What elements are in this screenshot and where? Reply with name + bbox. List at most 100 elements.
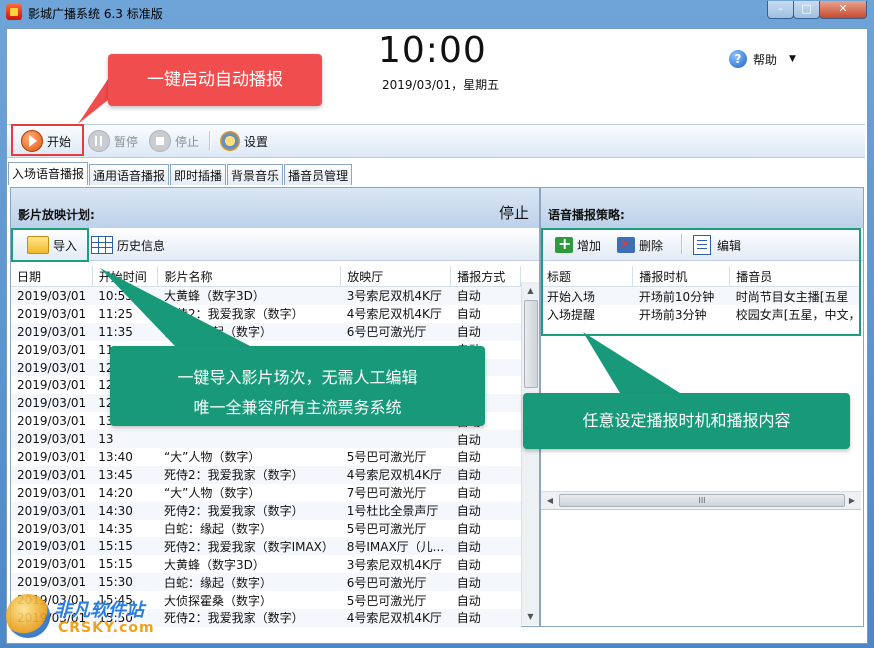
table-row[interactable]: 2019/03/0113 自动 (11, 430, 521, 449)
gear-icon (220, 131, 240, 151)
tab-background-music[interactable]: 背景音乐 (227, 164, 284, 185)
table-cell: 5号巴可激光厅 (346, 450, 427, 465)
table-cell: 自动 (450, 322, 521, 341)
stop-label: 停止 (175, 134, 200, 149)
column-header[interactable]: 播报方式 (450, 266, 521, 287)
help-menu[interactable]: ? 帮助 ▼ (729, 47, 796, 71)
table-cell: 自动 (450, 286, 521, 305)
import-highlight (11, 228, 89, 262)
table-cell: 自动 (450, 430, 521, 449)
scroll-down-icon[interactable]: ▼ (522, 608, 539, 625)
column-header[interactable]: 日期 (11, 266, 93, 287)
title-bar: 影城广播系统 6.3 标准版 – □ ✕ (0, 0, 874, 26)
table-cell: 2019/03/01 (17, 342, 87, 357)
table-cell: 自动 (456, 450, 481, 465)
table-row[interactable]: 2019/03/01 15:15 死侍2：我爱我家（数字IMAX） 8号IMAX厅（儿… (11, 537, 521, 556)
table-cell: 2019/03/01 (11, 394, 93, 413)
tab-bar: 入场语音播报 通用语音播报 即时插播 背景音乐 播音员管理 (8, 162, 353, 185)
history-label: 历史信息 (117, 238, 166, 253)
table-cell: 自动 (456, 522, 481, 537)
pause-button[interactable]: 暂停 (88, 130, 138, 152)
table-cell: 15:15 (92, 537, 158, 556)
table-cell: 2019/03/01 (17, 557, 87, 572)
pause-label: 暂停 (114, 134, 139, 149)
table-cell: 2019/03/01 (11, 537, 93, 556)
import-callout-line1: 一键导入影片场次，无需人工编辑 (177, 368, 418, 387)
table-cell: 2019/03/01 (11, 322, 93, 341)
table-cell: 6号巴可激光厅 (340, 573, 451, 592)
table-cell: 2019/03/01 (11, 465, 93, 484)
scroll-right-icon[interactable]: ▶ (845, 492, 859, 509)
table-cell: 大黄蜂（数字3D） (163, 557, 265, 572)
app-logo-icon (6, 4, 22, 20)
tab-general-broadcast[interactable]: 通用语音播报 (89, 164, 170, 185)
table-cell: 13:40 (98, 449, 133, 464)
close-button[interactable]: ✕ (819, 1, 867, 19)
table-cell: 2019/03/01 (17, 306, 87, 321)
table-cell: 6号巴可激光厅 (340, 322, 451, 341)
table-cell: 2019/03/01 (11, 501, 93, 520)
scroll-thumb[interactable]: III (559, 494, 845, 507)
minimize-button[interactable]: – (767, 1, 794, 19)
table-cell: 8号IMAX厅（儿... (340, 537, 451, 556)
tab-instant-insert[interactable]: 即时插播 (170, 164, 227, 185)
chevron-down-icon: ▼ (789, 54, 796, 64)
table-cell: 2019/03/01 (17, 485, 87, 500)
window-title: 影城广播系统 6.3 标准版 (28, 7, 163, 21)
stop-icon (149, 130, 171, 152)
table-cell: 自动 (456, 307, 481, 322)
table-row[interactable]: 2019/03/01 13:45 死侍2：我爱我家（数字） 4号索尼双机4K厅 自动 (11, 465, 521, 484)
table-cell: 13:45 (92, 465, 158, 484)
table-cell: 死侍2：我爱我家（数字） (157, 609, 341, 627)
schedule-title: 影片放映计划: (18, 208, 95, 222)
table-cell: 11:35 (92, 322, 158, 341)
table-cell (157, 430, 341, 449)
site-watermark: 非凡软件站 CRSKY.com (4, 586, 154, 646)
table-cell: 死侍2：我爱我家（数字IMAX） (157, 537, 341, 556)
table-cell: “大”人物（数字） (163, 486, 261, 501)
table-cell: 自动 (450, 573, 521, 592)
schedule-toolbar: 导入 历史信息 (11, 228, 539, 261)
table-cell: 白蛇：缘起（数字） (157, 573, 341, 592)
table-cell: 2019/03/01 (17, 449, 87, 464)
table-row[interactable]: 2019/03/01 14:30 死侍2：我爱我家（数字） 1号杜比全景声厅 自动 (11, 501, 521, 520)
table-cell (340, 430, 451, 449)
stop-button[interactable]: 停止 (149, 130, 199, 152)
watermark-cn: 非凡软件站 (54, 600, 144, 621)
table-row[interactable]: 2019/03/01 13:40 “大”人物（数字） 5号巴可激光厅 自动 (11, 448, 521, 466)
scroll-thumb[interactable] (524, 300, 538, 388)
scroll-up-icon[interactable]: ▲ (522, 282, 539, 299)
table-cell: 自动 (450, 609, 521, 627)
schedule-header: 影片放映计划: 停止 (11, 188, 539, 228)
scroll-left-icon[interactable]: ◀ (543, 492, 557, 509)
import-callout-line2: 唯一全兼容所有主流票务系统 (193, 398, 402, 417)
table-row[interactable]: 2019/03/01 11:35 白蛇：缘起（数字） 6号巴可激光厅 自动 (11, 322, 521, 341)
column-header[interactable]: 开始时间 (92, 266, 159, 287)
table-cell: 死侍2：我爱我家（数字） (157, 501, 341, 520)
table-cell: 13 (92, 430, 158, 449)
table-cell: 1号杜比全景声厅 (340, 501, 451, 520)
history-button[interactable]: 历史信息 (91, 234, 165, 256)
table-cell: 3号索尼双机4K厅 (340, 286, 451, 305)
table-row[interactable]: 2019/03/01 11:25 死侍2：我爱我家（数字） 4号索尼双机4K厅 自动 (11, 305, 521, 323)
schedule-scrollbar[interactable]: ▲ ▼ (521, 282, 539, 625)
table-cell: 2019/03/01 (11, 358, 93, 377)
table-row[interactable]: 2019/03/01 10:55 大黄蜂（数字3D） 3号索尼双机4K厅 自动 (11, 286, 521, 305)
column-header[interactable]: 放映厅 (340, 266, 452, 287)
strategy-hscrollbar[interactable]: ◀ III ▶ (541, 491, 861, 510)
maximize-button[interactable]: □ (793, 1, 820, 19)
table-cell: 3号索尼双机4K厅 (346, 557, 442, 572)
table-cell: 自动 (450, 537, 521, 556)
table-cell: 4号索尼双机4K厅 (340, 465, 451, 484)
table-row[interactable]: 2019/03/01 14:35 白蛇：缘起（数字） 5号巴可激光厅 自动 (11, 520, 521, 538)
table-row[interactable]: 2019/03/01 15:15 大黄蜂（数字3D） 3号索尼双机4K厅 自动 (11, 555, 521, 573)
column-header[interactable]: 影片名称 (157, 266, 342, 287)
tab-announcer-manage[interactable]: 播音员管理 (284, 164, 353, 185)
table-cell: 11:25 (98, 306, 133, 321)
table-row[interactable]: 2019/03/01 14:20 “大”人物（数字） 7号巴可激光厅 自动 (11, 484, 521, 502)
tab-entry-broadcast[interactable]: 入场语音播报 (8, 162, 89, 185)
table-cell: 7号巴可激光厅 (346, 486, 427, 501)
table-cell: 5号巴可激光厅 (346, 593, 427, 608)
settings-button[interactable]: 设置 (220, 130, 268, 152)
strategy-header: 语音播报策略: (541, 188, 863, 228)
